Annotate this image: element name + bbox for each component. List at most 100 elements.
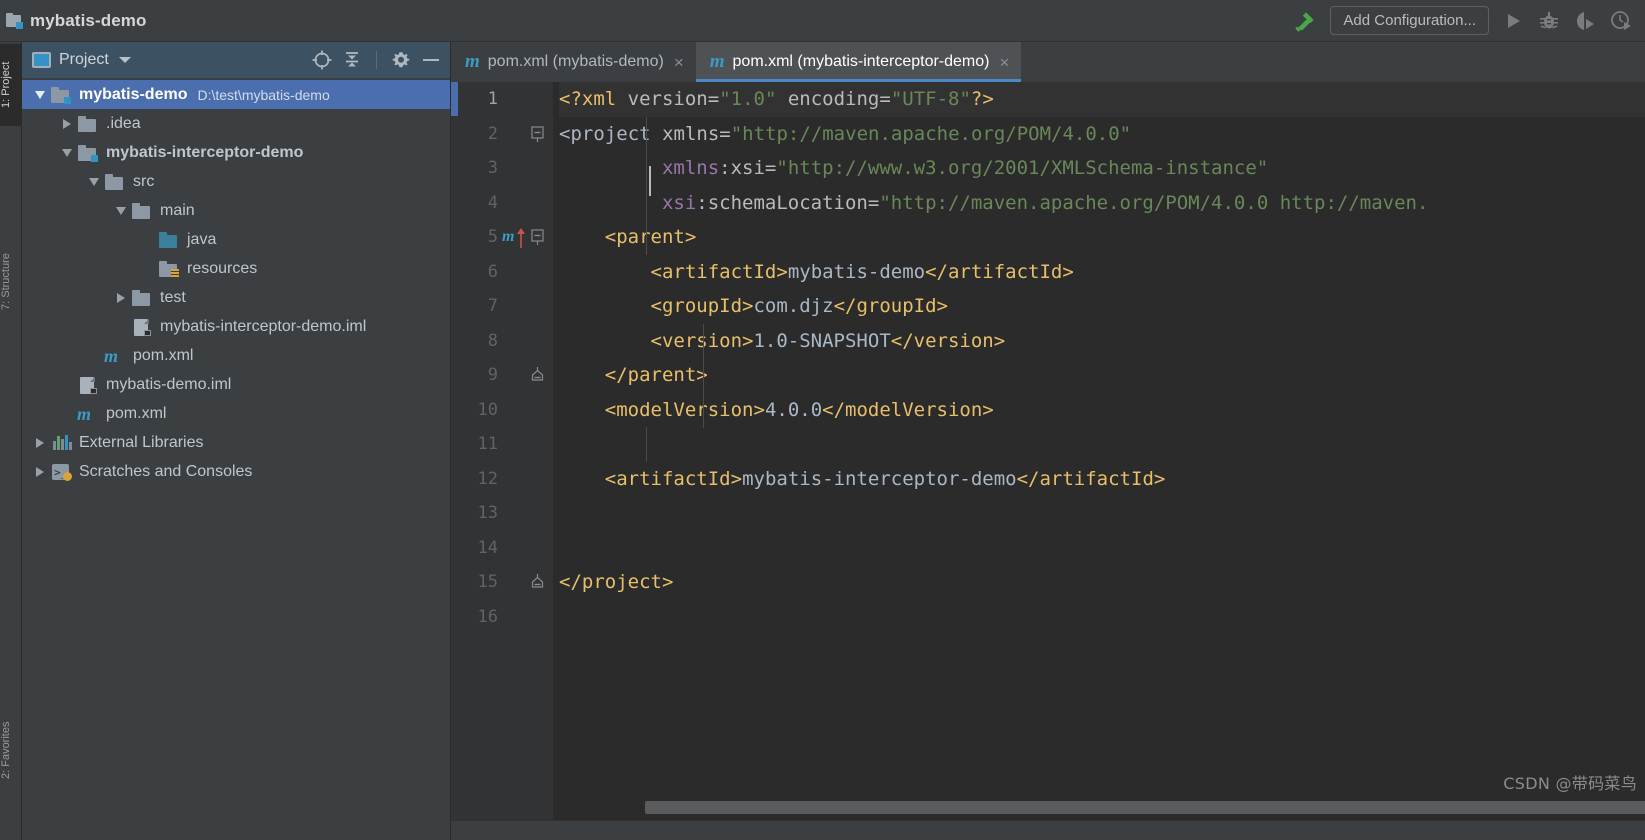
gear-icon[interactable] [390,49,412,71]
gutter-line-3[interactable]: 3 [458,151,553,186]
code-line-14[interactable] [559,531,1645,566]
code-line-16[interactable] [559,600,1645,635]
tool-window-button-structure[interactable]: 7: Structure [0,232,22,332]
tool-window-button-favorites[interactable]: 2: Favorites [0,702,22,798]
hammer-icon[interactable] [1292,8,1318,34]
fold-collapse-icon[interactable] [531,126,545,142]
tree-item-test[interactable]: test [22,283,450,312]
intellij-window: mybatis-demo Add Configuration... 1: Pro… [0,0,1645,840]
gutter-line-6[interactable]: 6 [458,255,553,290]
chevron-down-icon[interactable] [59,145,75,161]
code-line-15[interactable]: </project> [559,565,1645,600]
tree-item-pom-xml[interactable]: m pom.xml [22,341,450,370]
code-line-5[interactable]: <parent> [559,220,1645,255]
minimize-icon[interactable] [420,49,442,71]
editor-tab-1[interactable]: m pom.xml (mybatis-interceptor-demo) × [695,42,1022,82]
fold-collapse-icon[interactable] [531,229,545,246]
line-number: 11 [477,434,498,455]
tool-window-button-project[interactable]: 1: Project [0,44,22,126]
gutter-line-2[interactable]: 2 [458,117,553,152]
title-bar: mybatis-demo Add Configuration... [0,0,1645,42]
tree-item-src[interactable]: src [22,167,450,196]
line-number-gutter[interactable]: 1 2 3 4 5 m 6 7 8 9 10 11 12 13 14 15 16 [458,82,553,820]
close-icon[interactable]: × [997,54,1009,71]
chevron-right-icon[interactable] [32,435,48,451]
code-line-2[interactable]: <project xmlns="http://maven.apache.org/… [559,117,1645,152]
gutter-line-5[interactable]: 5m [458,220,553,255]
gutter-line-9[interactable]: 9 [458,358,553,393]
code-line-11[interactable] [559,427,1645,462]
chevron-right-icon[interactable] [113,290,129,306]
code-editor[interactable]: CSDN @带码菜鸟 <?xml version="1.0" encoding=… [553,82,1645,820]
gutter-line-10[interactable]: 10 [458,393,553,428]
tree-item-external-libraries[interactable]: External Libraries [22,428,450,457]
code-line-8[interactable]: <version>1.0-SNAPSHOT</version> [559,324,1645,359]
chevron-down-icon[interactable] [32,87,48,103]
tree-item-label: pom.xml [106,404,167,422]
chevron-right-icon[interactable] [32,464,48,480]
code-line-9[interactable]: </parent> [559,358,1645,393]
fold-end-icon[interactable] [531,574,545,590]
line-status-gutter [451,82,458,820]
line-number: 3 [487,158,498,179]
tree-item-label: test [160,288,186,306]
code-line-6[interactable]: <artifactId>mybatis-demo</artifactId> [559,255,1645,290]
add-configuration-button[interactable]: Add Configuration... [1330,6,1489,35]
chevron-down-icon[interactable] [118,57,131,63]
gutter-line-16[interactable]: 16 [458,600,553,635]
tree-item-pom-xml[interactable]: m pom.xml [22,399,450,428]
tree-item-mybatis-demo[interactable]: mybatis-demo D:\test\mybatis-demo [22,80,450,109]
tree-item-main[interactable]: main [22,196,450,225]
debug-icon[interactable] [1537,9,1561,33]
gutter-line-12[interactable]: 12 [458,462,553,497]
chevron-right-icon[interactable] [59,116,75,132]
tree-item-java[interactable]: java [22,225,450,254]
toolbar-separator [376,51,377,69]
tree-item-label: src [133,172,155,190]
run-with-coverage-icon[interactable] [1573,9,1597,33]
collapse-all-icon[interactable] [341,49,363,71]
project-tree[interactable]: mybatis-demo D:\test\mybatis-demo .idea myb… [22,78,450,840]
maven-parent-navigate-icon[interactable]: m [502,226,526,249]
code-line-13[interactable] [559,496,1645,531]
code-line-4[interactable]: xsi:schemaLocation="http://maven.apache.… [559,186,1645,221]
chevron-down-icon[interactable] [86,174,102,190]
gutter-line-1[interactable]: 1 [458,82,553,117]
gutter-line-4[interactable]: 4 [458,186,553,221]
tree-item-scratches-and-consoles[interactable]: >_ Scratches and Consoles [22,457,450,486]
chevron-down-icon[interactable] [113,203,129,219]
code-line-1[interactable]: <?xml version="1.0" encoding="UTF-8"?> [559,82,1645,117]
profiler-icon[interactable] [1609,9,1633,33]
gutter-line-15[interactable]: 15 [458,565,553,600]
code-line-3[interactable]: xmlns:xsi="http://www.w3.org/2001/XMLSch… [559,151,1645,186]
code-line-7[interactable]: <groupId>com.djz</groupId> [559,289,1645,324]
project-panel-title: Project [59,51,109,68]
gutter-line-8[interactable]: 8 [458,324,553,359]
code-line-12[interactable]: <artifactId>mybatis-interceptor-demo</ar… [559,462,1645,497]
tree-item-mybatis-interceptor-demo[interactable]: mybatis-interceptor-demo [22,138,450,167]
main-body: 1: Project 7: Structure 2: Favorites Pro… [0,42,1645,840]
horizontal-scrollbar[interactable] [553,801,1645,814]
scrollbar-thumb[interactable] [645,801,1645,814]
gutter-line-11[interactable]: 11 [458,427,553,462]
project-panel-header: Project [22,42,450,78]
fold-end-icon[interactable] [531,367,545,383]
tree-item-resources[interactable]: resources [22,254,450,283]
close-icon[interactable]: × [672,54,684,71]
tree-item-idea[interactable]: .idea [22,109,450,138]
scroll-from-source-icon[interactable] [311,49,333,71]
editor-tab-0[interactable]: m pom.xml (mybatis-demo) × [451,42,696,82]
gutter-line-14[interactable]: 14 [458,531,553,566]
tree-item-mybatis-interceptor-demo-iml[interactable]: mybatis-interceptor-demo.iml [22,312,450,341]
title-bar-left: mybatis-demo [6,11,1292,31]
window-title: mybatis-demo [30,10,147,30]
tree-item-label: mybatis-demo.iml [106,375,232,393]
gutter-line-13[interactable]: 13 [458,496,553,531]
run-icon[interactable] [1501,9,1525,33]
tree-item-mybatis-demo-iml[interactable]: mybatis-demo.iml [22,370,450,399]
tree-item-label: mybatis-interceptor-demo.iml [160,317,367,335]
code-line-10[interactable]: <modelVersion>4.0.0</modelVersion> [559,393,1645,428]
gutter-line-7[interactable]: 7 [458,289,553,324]
folder-icon [131,289,153,307]
